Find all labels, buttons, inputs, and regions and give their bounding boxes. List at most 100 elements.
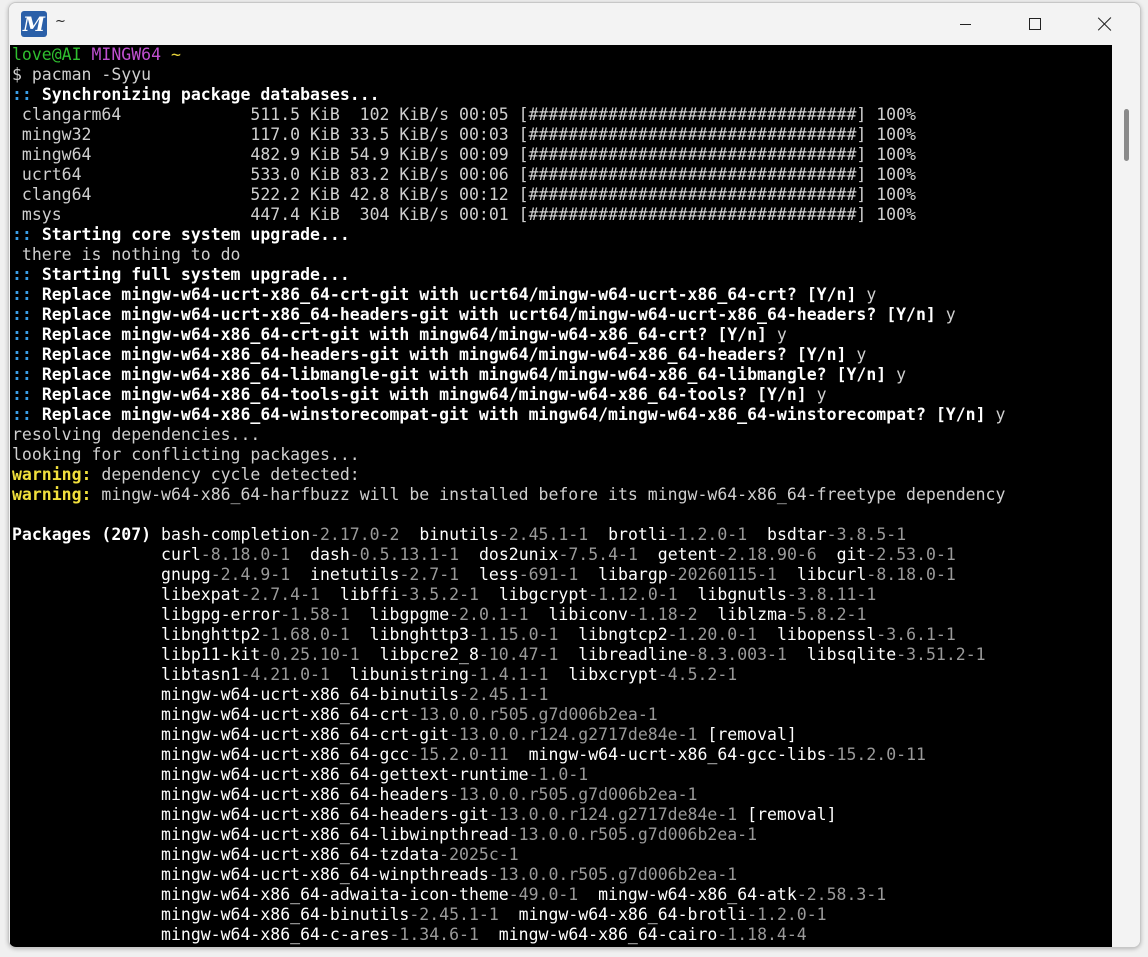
package-version: -1.58-1 — [280, 605, 350, 624]
package-line: mingw-w64-ucrt-x86_64-crt-git-13.0.0.r12… — [12, 725, 1114, 745]
replace-prompt: :: Replace mingw-w64-x86_64-crt-git with… — [12, 325, 1114, 345]
package-name: mingw-w64-ucrt-x86_64-libwinpthread — [161, 825, 509, 844]
package-version: -13.0.0.r124.g2717de84e-1 — [488, 805, 738, 824]
package-name: libp11-kit — [161, 645, 261, 664]
prompt-env: MINGW64 — [91, 45, 162, 64]
replace-prompt: :: Replace mingw-w64-x86_64-winstorecomp… — [12, 405, 1114, 425]
package-name: libiconv — [548, 605, 628, 624]
prompt-marker: :: — [12, 385, 32, 404]
package-item: gnupg-2.4.9-1 — [161, 565, 290, 584]
package-item: liblzma-5.8.2-1 — [717, 605, 866, 624]
package-name: libtasn1 — [161, 665, 241, 684]
package-name: git — [836, 545, 867, 564]
package-version: -8.18.0-1 — [866, 565, 956, 584]
package-version: -2.53.0-1 — [866, 545, 956, 564]
package-version: -1.4.1-1 — [469, 665, 549, 684]
command-text: pacman -Syyu — [31, 65, 152, 84]
package-name: libnghttp2 — [161, 625, 261, 644]
package-item: mingw-w64-ucrt-x86_64-winpthreads-13.0.0… — [161, 865, 737, 884]
warning-label: warning: — [12, 465, 92, 484]
package-version: -3.8.11-1 — [786, 585, 877, 604]
package-version: -2.7-1 — [399, 565, 460, 584]
replace-question: Replace mingw-w64-x86_64-winstorecompat-… — [41, 405, 986, 424]
terminal-window: M ~ love@AI MINGW64 ~ $ pacman -Syyu :: … — [8, 2, 1141, 948]
package-name: brotli — [608, 525, 668, 544]
package-item: libcurl-8.18.0-1 — [797, 565, 956, 584]
package-item: mingw-w64-ucrt-x86_64-binutils-2.45.1-1 — [161, 685, 548, 704]
package-name: liblzma — [717, 605, 787, 624]
package-line: mingw-w64-ucrt-x86_64-libwinpthread-13.0… — [12, 825, 1114, 845]
package-line: mingw-w64-ucrt-x86_64-binutils-2.45.1-1 — [12, 685, 1114, 705]
package-name: dash — [310, 545, 350, 564]
sync-header: :: Synchronizing package databases... — [12, 85, 380, 104]
package-name: mingw-w64-ucrt-x86_64-headers — [161, 785, 450, 804]
package-name: mingw-w64-x86_64-cairo — [498, 925, 718, 944]
maximize-button[interactable] — [1000, 3, 1070, 45]
minimize-button[interactable] — [930, 3, 1000, 45]
package-item: mingw-w64-x86_64-atk-2.58.3-1 — [598, 885, 886, 904]
replace-question: Replace mingw-w64-x86_64-tools-git with … — [41, 385, 807, 404]
package-line: gnupg-2.4.9-1 inetutils-2.7-1 less-691-1… — [12, 565, 1114, 585]
sync-row: msys 447.4 KiB 304 KiB/s 00:01 [########… — [12, 205, 916, 224]
package-item: libnghttp3-1.15.0-1 — [370, 625, 559, 644]
package-version: -2.17.0-2 — [310, 525, 400, 544]
package-name: libpcre2_8 — [379, 645, 479, 664]
prompt-marker: :: — [12, 305, 32, 324]
package-line: libnghttp2-1.68.0-1 libnghttp3-1.15.0-1 … — [12, 625, 1114, 645]
package-removal-tag: [removal] — [737, 805, 837, 824]
package-item: libngtcp2-1.20.0-1 — [578, 625, 757, 644]
package-name: libgpg-error — [161, 605, 281, 624]
package-line: mingw-w64-ucrt-x86_64-gcc-15.2.0-11 ming… — [12, 745, 1114, 765]
terminal-output[interactable]: love@AI MINGW64 ~ $ pacman -Syyu :: Sync… — [10, 45, 1114, 947]
package-line: libexpat-2.7.4-1 libffi-3.5.2-1 libgcryp… — [12, 585, 1114, 605]
package-line: Packages (207) bash-completion-2.17.0-2 … — [12, 525, 1114, 545]
package-version: -13.0.0.r505.g7d006b2ea-1 — [488, 865, 738, 884]
warning-label: warning: — [12, 485, 92, 504]
core-upgrade-header: :: Starting core system upgrade... — [12, 225, 350, 244]
package-name: mingw-w64-x86_64-adwaita-icon-theme — [161, 885, 509, 904]
package-name: less — [478, 565, 519, 584]
package-version: -20260115-1 — [667, 565, 777, 584]
package-item: libxcrypt-4.5.2-1 — [568, 665, 737, 684]
package-item: mingw-w64-ucrt-x86_64-gettext-runtime-1.… — [161, 765, 588, 784]
prompt-user-host: love@AI — [12, 45, 82, 64]
close-button[interactable] — [1070, 3, 1140, 45]
package-version: -3.6.1-1 — [876, 625, 956, 644]
package-version: -1.0-1 — [528, 765, 589, 784]
package-name: dos2unix — [478, 545, 559, 564]
package-name: libxcrypt — [568, 665, 658, 684]
package-version: -5.8.2-1 — [786, 605, 867, 624]
package-name: libgpgme — [369, 605, 450, 624]
package-item: libunistring-1.4.1-1 — [350, 665, 549, 684]
package-version: -1.20.0-1 — [667, 625, 758, 644]
packages-label: Packages (207) — [12, 525, 152, 544]
prompt-path: ~ — [170, 45, 181, 64]
title-bar[interactable]: M ~ — [9, 3, 1140, 45]
package-version: -13.0.0.r505.g7d006b2ea-1 — [508, 825, 758, 844]
replace-answer: y — [995, 405, 1006, 424]
package-name: getent — [657, 545, 718, 564]
package-line: curl-8.18.0-1 dash-0.5.13.1-1 dos2unix-7… — [12, 545, 1114, 565]
replace-prompt: :: Replace mingw-w64-ucrt-x86_64-crt-git… — [12, 285, 1114, 305]
package-item: libtasn1-4.21.0-1 — [161, 665, 330, 684]
sync-row: clangarm64 511.5 KiB 102 KiB/s 00:05 [##… — [12, 105, 916, 124]
prompt-marker: :: — [12, 365, 32, 384]
replace-answer: y — [856, 345, 867, 364]
package-name: libunistring — [349, 665, 469, 684]
package-version: -1.2.0-1 — [667, 525, 748, 544]
full-upgrade-header: :: Starting full system upgrade... — [12, 265, 350, 284]
scrollbar[interactable] — [1112, 45, 1140, 947]
replace-prompt: :: Replace mingw-w64-x86_64-headers-git … — [12, 345, 1114, 365]
package-name: mingw-w64-ucrt-x86_64-gcc — [161, 745, 410, 764]
package-line: libp11-kit-0.25.10-1 libpcre2_8-10.47-1 … — [12, 645, 1114, 665]
package-version: -1.18.4-4 — [717, 925, 807, 944]
package-version: -2.4.9-1 — [210, 565, 291, 584]
scrollbar-thumb[interactable] — [1124, 109, 1129, 161]
package-item: libp11-kit-0.25.10-1 — [161, 645, 360, 664]
package-item: libsqlite-3.51.2-1 — [807, 645, 986, 664]
package-line: mingw-w64-ucrt-x86_64-crt-13.0.0.r505.g7… — [12, 705, 1114, 725]
package-item: libgpg-error-1.58-1 — [161, 605, 350, 624]
mintty-app-icon[interactable]: M — [21, 11, 47, 37]
package-name: libexpat — [161, 585, 241, 604]
package-version: -10.47-1 — [478, 645, 559, 664]
